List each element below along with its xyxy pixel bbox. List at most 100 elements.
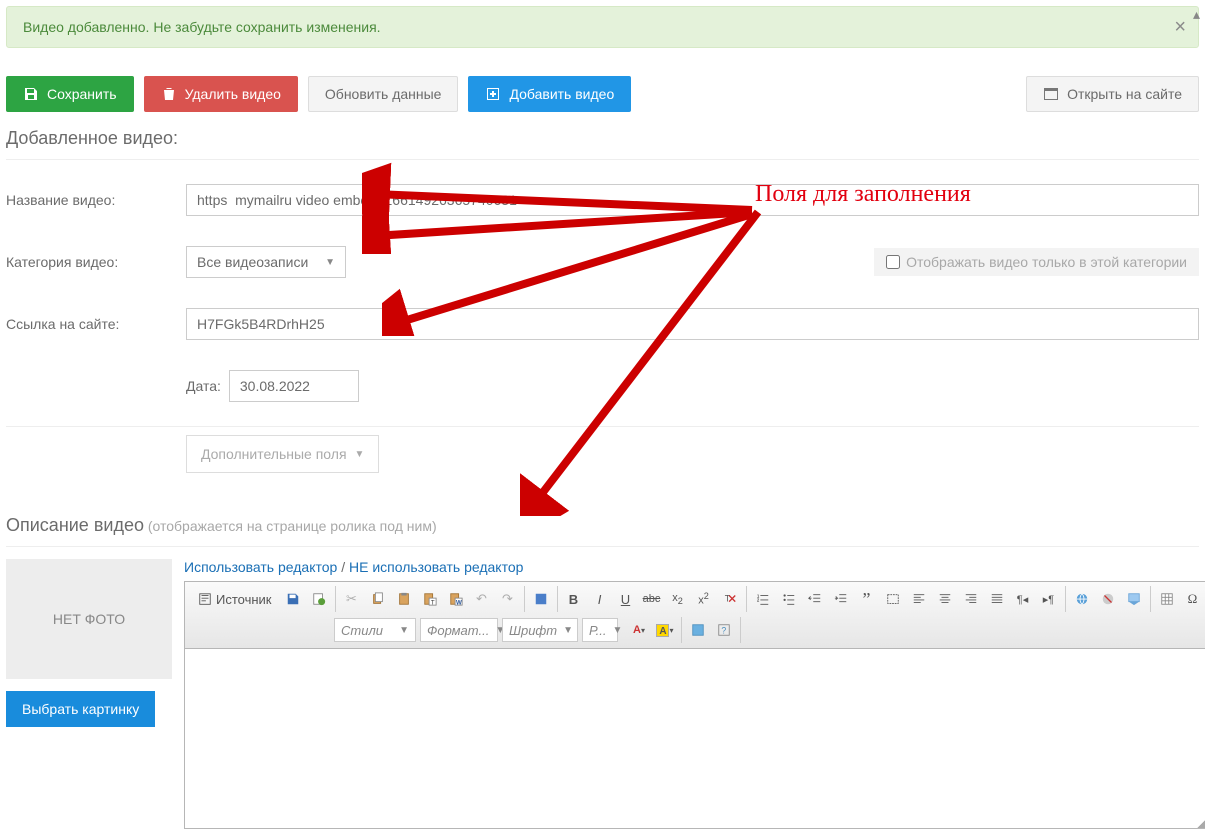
add-video-button[interactable]: Добавить видео — [468, 76, 631, 112]
source-button[interactable]: Источник — [190, 588, 280, 611]
cut-icon[interactable]: ✂ — [339, 586, 365, 612]
add-label: Добавить видео — [509, 86, 614, 102]
redo-icon[interactable]: ↷ — [495, 586, 521, 612]
no-use-editor-link[interactable]: НЕ использовать редактор — [349, 559, 523, 575]
chevron-down-icon: ▼ — [399, 625, 409, 636]
divider — [6, 426, 1199, 427]
outdent-icon[interactable] — [802, 586, 828, 612]
no-photo-text: НЕТ ФОТО — [53, 611, 125, 627]
svg-text:2: 2 — [756, 598, 759, 603]
copy-icon[interactable] — [365, 586, 391, 612]
styles-label: Стили — [341, 623, 383, 638]
italic-icon[interactable]: I — [587, 586, 613, 612]
plus-icon — [485, 86, 501, 102]
video-name-input[interactable] — [186, 184, 1199, 216]
resize-handle-icon[interactable] — [1197, 814, 1205, 828]
display-only-wrap: Отображать видео только в этой категории — [874, 248, 1199, 276]
blockquote-icon[interactable]: ” — [854, 586, 880, 612]
open-label: Открыть на сайте — [1067, 86, 1182, 102]
text-color-icon[interactable]: A▾ — [626, 617, 652, 643]
ltr-icon[interactable]: ¶◂ — [1010, 586, 1036, 612]
extra-fields-label: Дополнительные поля — [201, 446, 347, 462]
source-label: Источник — [216, 592, 272, 607]
date-input[interactable] — [229, 370, 359, 402]
row-date: Дата: — [0, 364, 1205, 408]
delete-button[interactable]: Удалить видео — [144, 76, 298, 112]
remove-format-icon[interactable]: T — [717, 586, 743, 612]
display-only-checkbox[interactable] — [886, 255, 900, 269]
site-link-input[interactable] — [186, 308, 1199, 340]
paste-word-icon[interactable]: W — [443, 586, 469, 612]
rtl-icon[interactable]: ▸¶ — [1036, 586, 1062, 612]
styles-combo[interactable]: Стили ▼ — [334, 618, 416, 642]
choose-image-button[interactable]: Выбрать картинку — [6, 691, 155, 727]
paste-icon[interactable] — [391, 586, 417, 612]
newpage-icon[interactable] — [306, 586, 332, 612]
row-category: Категория видео: Все видеозаписи ▼ Отобр… — [0, 240, 1205, 284]
rich-text-toolbar: Источник ✂ T W ↶ ↷ — [184, 581, 1205, 649]
align-justify-icon[interactable] — [984, 586, 1010, 612]
show-blocks-icon[interactable]: ? — [711, 617, 737, 643]
display-only-label: Отображать видео только в этой категории — [906, 254, 1187, 270]
chevron-down-icon: ▼ — [563, 625, 573, 636]
window-icon — [1043, 86, 1059, 102]
alert-banner: Видео добавленно. Не забудьте сохранить … — [6, 6, 1199, 48]
collapse-toolbar-icon[interactable]: ▴ — [1193, 6, 1205, 18]
save-button[interactable]: Сохранить — [6, 76, 134, 112]
font-label: Шрифт — [509, 623, 557, 638]
alert-text: Видео добавленно. Не забудьте сохранить … — [23, 19, 381, 35]
align-center-icon[interactable] — [932, 586, 958, 612]
strike-icon[interactable]: abc — [639, 586, 665, 612]
category-select[interactable]: Все видеозаписи ▼ — [186, 246, 346, 278]
superscript-icon[interactable]: x2 — [691, 586, 717, 612]
format-label: Формат... — [427, 623, 489, 638]
bullet-list-icon[interactable] — [776, 586, 802, 612]
label-sitelink: Ссылка на сайте: — [6, 316, 186, 332]
refresh-button[interactable]: Обновить данные — [308, 76, 459, 112]
open-site-button[interactable]: Открыть на сайте — [1026, 76, 1199, 112]
bold-icon[interactable]: B — [561, 586, 587, 612]
font-combo[interactable]: Шрифт ▼ — [502, 618, 578, 642]
size-label: Р... — [589, 623, 606, 638]
use-editor-link[interactable]: Использовать редактор — [184, 559, 337, 575]
label-name: Название видео: — [6, 192, 186, 208]
extra-fields-toggle[interactable]: Дополнительные поля ▼ — [186, 435, 379, 473]
editor-content-area[interactable] — [184, 649, 1205, 829]
label-category: Категория видео: — [6, 254, 186, 270]
save-icon[interactable] — [280, 586, 306, 612]
category-value: Все видеозаписи — [197, 254, 308, 270]
svg-text:?: ? — [721, 626, 726, 636]
chevron-down-icon: ▼ — [325, 257, 335, 268]
maximize-icon[interactable] — [685, 617, 711, 643]
align-right-icon[interactable] — [958, 586, 984, 612]
undo-icon[interactable]: ↶ — [469, 586, 495, 612]
action-toolbar: Сохранить Удалить видео Обновить данные … — [0, 58, 1205, 122]
link-icon[interactable] — [1069, 586, 1095, 612]
label-date: Дата: — [186, 378, 221, 394]
format-combo[interactable]: Формат... ▼ — [420, 618, 498, 642]
divider — [6, 159, 1199, 160]
row-video-name: Название видео: — [0, 178, 1205, 222]
divider — [6, 546, 1199, 547]
select-all-icon[interactable] — [528, 586, 554, 612]
paste-text-icon[interactable]: T — [417, 586, 443, 612]
size-combo[interactable]: Р... ▼ — [582, 618, 618, 642]
div-icon[interactable] — [880, 586, 906, 612]
table-icon[interactable] — [1154, 586, 1180, 612]
underline-icon[interactable]: U — [613, 586, 639, 612]
description-subtitle: (отображается на странице ролика под ним… — [148, 518, 437, 534]
align-left-icon[interactable] — [906, 586, 932, 612]
no-photo-placeholder: НЕТ ФОТО — [6, 559, 172, 679]
unlink-icon[interactable] — [1095, 586, 1121, 612]
indent-icon[interactable] — [828, 586, 854, 612]
refresh-label: Обновить данные — [325, 86, 442, 102]
anchor-icon[interactable] — [1121, 586, 1147, 612]
chevron-down-icon: ▼ — [612, 625, 622, 636]
delete-label: Удалить видео — [185, 86, 281, 102]
numbered-list-icon[interactable]: 12 — [750, 586, 776, 612]
subscript-icon[interactable]: x2 — [665, 586, 691, 612]
special-char-icon[interactable]: Ω — [1180, 586, 1205, 612]
bg-color-icon[interactable]: A▾ — [652, 617, 678, 643]
close-icon[interactable]: × — [1174, 17, 1186, 37]
save-label: Сохранить — [47, 86, 117, 102]
